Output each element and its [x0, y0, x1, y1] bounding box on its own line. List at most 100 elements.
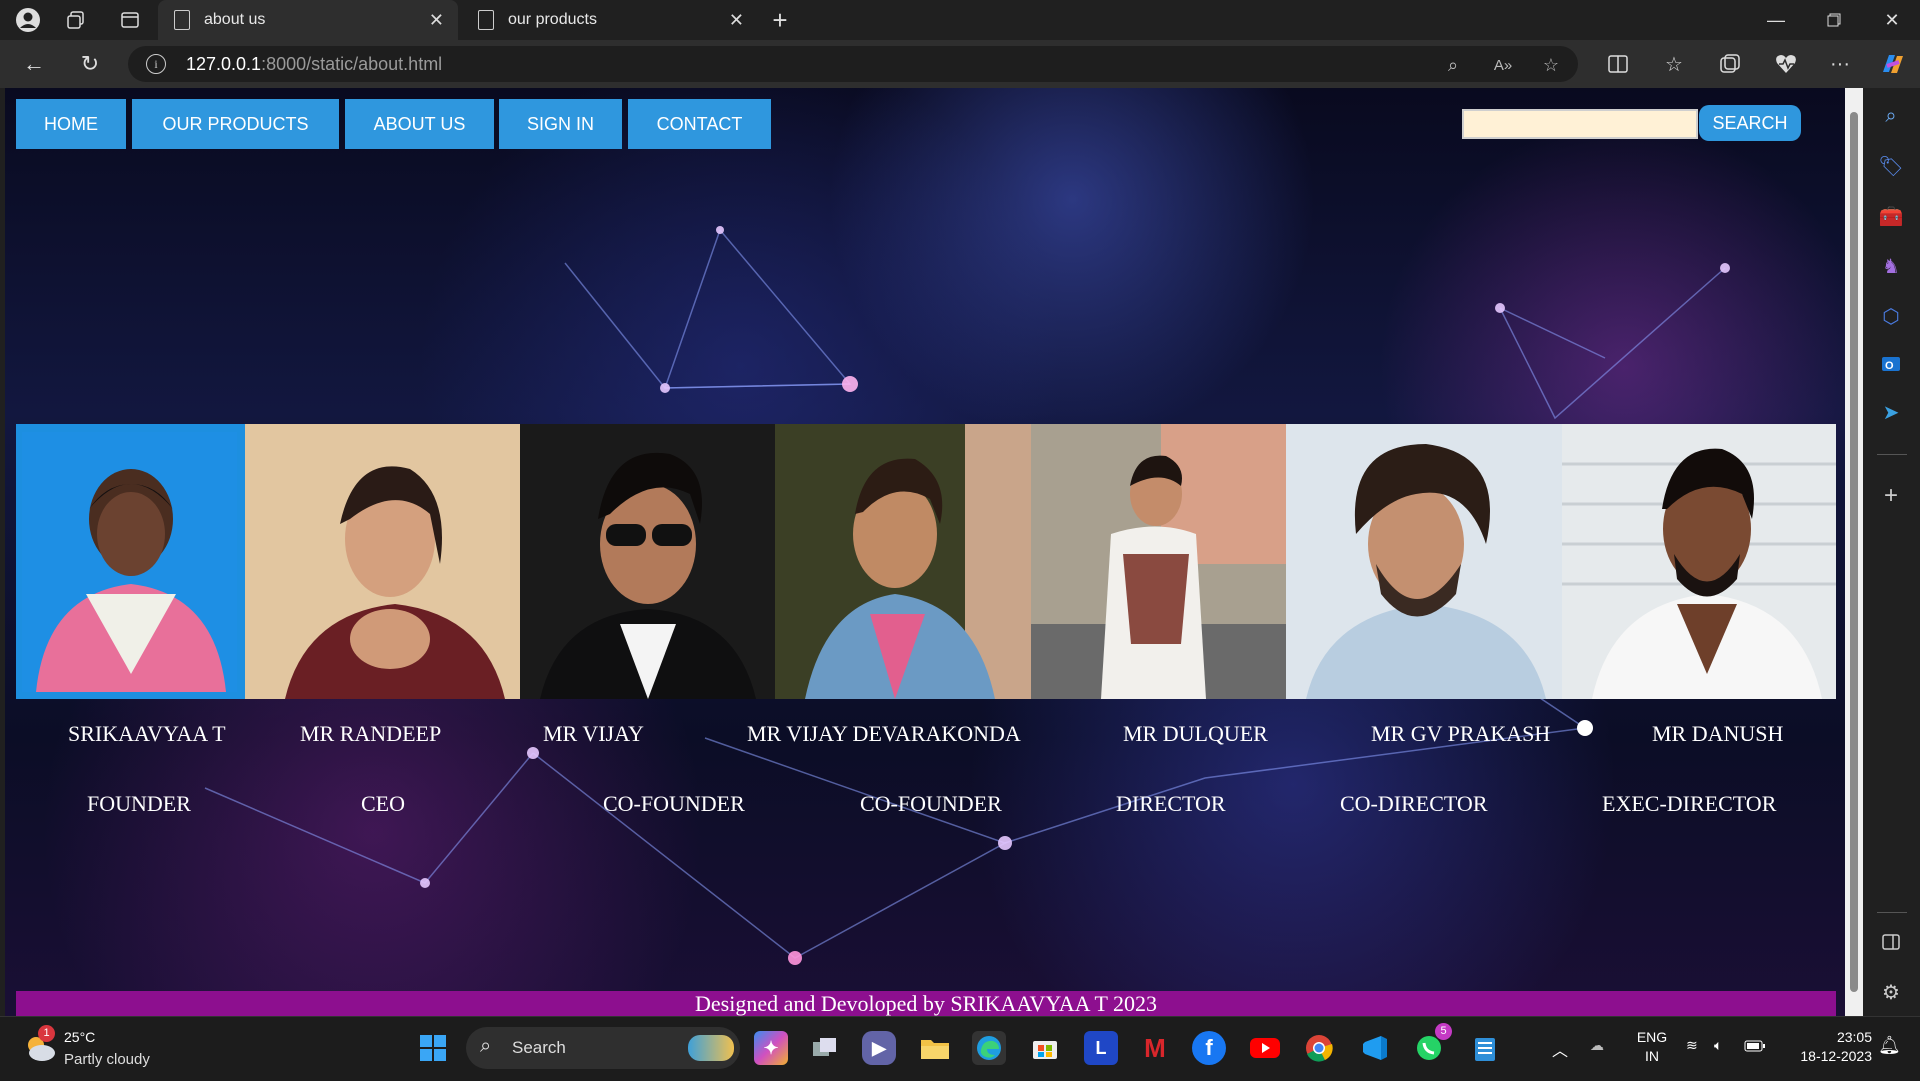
- whatsapp-icon[interactable]: 5: [1412, 1023, 1452, 1065]
- workspaces-icon[interactable]: [62, 6, 90, 34]
- scrollbar-thumb[interactable]: [1850, 112, 1858, 992]
- team-photo-danush: [1561, 424, 1836, 699]
- sidebar-drop-icon[interactable]: ➤: [1877, 398, 1905, 426]
- browser-essentials-icon[interactable]: [1772, 50, 1800, 78]
- teams-chat-icon[interactable]: ▶: [862, 1031, 896, 1065]
- wifi-icon[interactable]: ≋: [1686, 1037, 1698, 1054]
- notification-bell-icon[interactable]: 🔔︎: [1878, 1035, 1901, 1056]
- collections-icon[interactable]: [1716, 50, 1744, 78]
- task-view-icon[interactable]: [808, 1031, 842, 1065]
- url-text: 127.0.0.1:8000/static/about.html: [186, 54, 443, 74]
- team-photo-vijay: [519, 424, 776, 699]
- sidebar-shopping-icon[interactable]: 🏷: [1877, 152, 1905, 180]
- weather-icon[interactable]: 1: [22, 1025, 56, 1061]
- team-role: DIRECTOR: [1116, 791, 1226, 816]
- l-app-icon[interactable]: L: [1084, 1031, 1118, 1065]
- copilot-app-icon[interactable]: ✦: [754, 1031, 788, 1065]
- refresh-icon[interactable]: ↻: [76, 50, 104, 78]
- team-photo-srikaavyaa: [16, 424, 245, 699]
- favorites-icon[interactable]: ☆: [1660, 50, 1688, 78]
- read-aloud-icon[interactable]: A»: [1490, 52, 1516, 78]
- team-name: MR DANUSH: [1652, 721, 1784, 746]
- team-name: MR RANDEEP: [300, 721, 442, 746]
- tab-our-products[interactable]: our products ✕: [462, 0, 758, 40]
- weather-temperature[interactable]: 25°C: [64, 1029, 95, 1045]
- battery-icon[interactable]: [1744, 1039, 1766, 1055]
- minimize-icon[interactable]: —: [1756, 6, 1796, 34]
- close-window-icon[interactable]: ✕: [1872, 6, 1912, 34]
- browser-titlebar: about us ✕ our products ✕ + — ✕: [0, 0, 1920, 40]
- clock[interactable]: 23:05 18-12-2023: [1782, 1029, 1872, 1064]
- taskbar-search[interactable]: ⌕ Search: [466, 1027, 740, 1069]
- nav-our-products-button[interactable]: OUR PRODUCTS: [132, 99, 339, 149]
- restore-icon[interactable]: [1814, 6, 1854, 34]
- back-icon[interactable]: ←: [20, 50, 48, 78]
- page-scrollbar[interactable]: [1845, 88, 1863, 1016]
- sidebar-divider: [1877, 454, 1907, 455]
- copilot-icon[interactable]: [1878, 50, 1906, 78]
- region-code: IN: [1645, 1048, 1659, 1064]
- new-tab-icon[interactable]: +: [766, 5, 794, 35]
- sidebar-search-icon[interactable]: ⌕: [1877, 102, 1905, 130]
- search-button[interactable]: SEARCH: [1699, 105, 1801, 141]
- facebook-icon[interactable]: f: [1192, 1031, 1226, 1065]
- sidebar-outlook-icon[interactable]: O: [1877, 350, 1905, 378]
- volume-icon[interactable]: 🔈︎: [1714, 1037, 1722, 1054]
- start-icon[interactable]: [416, 1031, 450, 1065]
- microsoft-store-icon[interactable]: [1028, 1031, 1062, 1065]
- team-photo-vijay-devarakonda: [775, 424, 1031, 699]
- site-info-icon[interactable]: i: [146, 54, 166, 74]
- nav-about-us-button[interactable]: ABOUT US: [345, 99, 494, 149]
- nav-sign-in-button[interactable]: SIGN IN: [499, 99, 622, 149]
- page-icon: [478, 10, 494, 30]
- team-role: CEO: [361, 791, 405, 816]
- tab-about-us[interactable]: about us ✕: [158, 0, 458, 40]
- sidebar-tools-icon[interactable]: 🧰: [1877, 202, 1905, 230]
- hide-sidebar-icon[interactable]: [1877, 928, 1905, 956]
- vertical-tabs-icon[interactable]: [116, 6, 144, 34]
- onedrive-status-icon[interactable]: ☁: [1590, 1037, 1604, 1054]
- team-role: CO-FOUNDER: [860, 791, 1002, 816]
- weather-badge: 1: [38, 1025, 55, 1042]
- mcafee-icon[interactable]: M: [1138, 1031, 1172, 1065]
- tab-title: about us: [204, 11, 266, 28]
- sidebar-divider: [1877, 912, 1907, 913]
- clock-date: 18-12-2023: [1800, 1048, 1872, 1064]
- close-tab-icon[interactable]: ✕: [729, 10, 744, 31]
- sidebar-settings-icon[interactable]: ⚙: [1877, 978, 1905, 1006]
- nav-contact-button[interactable]: CONTACT: [628, 99, 771, 149]
- web-page: HOME OUR PRODUCTS ABOUT US SIGN IN CONTA…: [5, 88, 1845, 1016]
- vscode-icon[interactable]: [1358, 1031, 1392, 1065]
- edge-sidebar: ⌕ 🏷 🧰 ♞ ⬡ O ➤ + ⚙: [1863, 88, 1920, 1016]
- favorite-star-icon[interactable]: ☆: [1538, 52, 1564, 78]
- address-toolbar: ← ↻ i 127.0.0.1:8000/static/about.html ⌕…: [0, 40, 1920, 88]
- chrome-icon[interactable]: [1302, 1031, 1336, 1065]
- zoom-icon[interactable]: ⌕: [1440, 52, 1466, 78]
- whatsapp-badge: 5: [1435, 1023, 1452, 1040]
- sidebar-m365-icon[interactable]: ⬡: [1877, 302, 1905, 330]
- address-bar[interactable]: i 127.0.0.1:8000/static/about.html ⌕ A» …: [128, 46, 1578, 82]
- language-indicator[interactable]: ENG IN: [1632, 1029, 1672, 1064]
- sidebar-games-icon[interactable]: ♞: [1877, 252, 1905, 280]
- split-screen-icon[interactable]: [1604, 50, 1632, 78]
- youtube-icon[interactable]: [1248, 1031, 1282, 1065]
- file-explorer-icon[interactable]: [918, 1031, 952, 1065]
- show-hidden-icons[interactable]: ︿: [1552, 1037, 1568, 1061]
- edge-icon[interactable]: [972, 1031, 1006, 1065]
- notepad-icon[interactable]: [1468, 1031, 1502, 1065]
- team-photos: [16, 424, 1836, 699]
- team-role: EXEC-DIRECTOR: [1602, 791, 1777, 816]
- weather-description[interactable]: Partly cloudy: [64, 1051, 150, 1068]
- tab-title: our products: [508, 11, 597, 28]
- page-icon: [174, 10, 190, 30]
- search-input[interactable]: [1462, 109, 1698, 139]
- team-photo-dulquer: [1030, 424, 1287, 699]
- team-name: MR VIJAY DEVARAKONDA: [747, 721, 1021, 746]
- nav-home-button[interactable]: HOME: [16, 99, 126, 149]
- sidebar-add-icon[interactable]: +: [1877, 482, 1905, 510]
- more-options-icon[interactable]: ···: [1826, 50, 1854, 78]
- close-tab-icon[interactable]: ✕: [429, 10, 444, 31]
- profile-icon[interactable]: [14, 6, 42, 34]
- svg-text:O: O: [1885, 360, 1894, 372]
- team-photo-randeep: [244, 424, 520, 699]
